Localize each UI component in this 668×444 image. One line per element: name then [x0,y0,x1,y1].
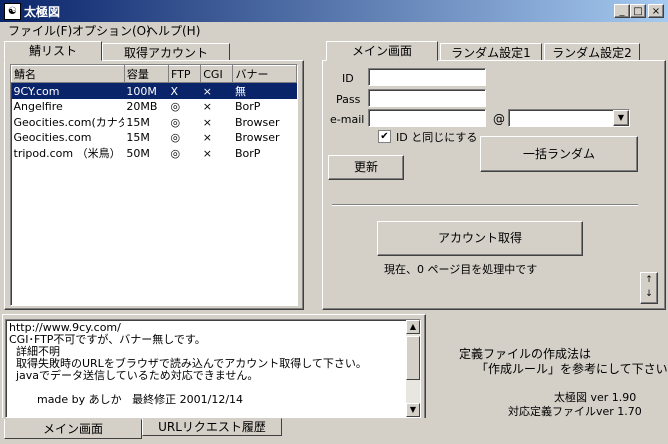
id-input[interactable] [368,68,486,86]
table-cell: Geocities.com [13,131,92,144]
tab-bottom-main-screen[interactable]: メイン画面 [4,419,142,439]
def-file-note-2: 「作成ルール」を参考にして下さい [476,362,668,376]
table-row[interactable]: 9CY.com 100M X × 無 [11,82,297,99]
minimize-icon: _ [619,6,625,17]
table-cell: × [202,115,212,129]
bulk-random-button[interactable]: 一括ランダム [480,136,638,172]
tab-main-screen[interactable]: メイン画面 [326,41,438,61]
status-text: 現在、0 ページ目を処理中です [384,263,538,276]
tab-random-settings-2[interactable]: ランダム設定2 [544,43,640,61]
info-textarea[interactable]: http://www.9cy.com/CGI･FTP不可ですが、バナー無しです。… [5,319,421,418]
server-table[interactable]: 鯖名 容量 FTP CGI バナー 9CY.com 100M X × 無 Angelfir… [10,64,298,306]
scroll-thumb[interactable] [406,336,420,380]
scrollbar[interactable]: ▲ ▼ [406,320,420,417]
email-domain-select[interactable]: ▼ [508,109,630,127]
table-cell: Geocities.com(カナダ) [13,116,125,129]
id-label: ID [342,72,354,85]
table-row[interactable]: Geocities.com(カナダ) 15M ◎ × Browser [12,114,297,130]
menu-options[interactable]: オプション(O) [72,23,151,39]
divider [332,204,638,206]
table-cell: × [200,82,233,99]
table-cell: 50M [126,146,150,160]
col-server-name[interactable]: 鯖名 [11,65,125,83]
table-cell: × [202,146,212,160]
pass-input[interactable] [368,89,486,107]
close-icon: × [651,6,661,17]
close-button[interactable]: × [648,4,664,18]
info-line: made by あしか 最終修正 2001/12/14 [9,393,244,406]
table-cell: BorP [234,146,261,160]
table-row[interactable]: Geocities.com 15M ◎ × Browser [12,130,297,145]
same-as-id-checkbox[interactable]: ✔ [378,130,391,143]
minimize-button[interactable]: _ [614,4,630,18]
table-cell: 15M [126,131,150,144]
app-icon: ☯ [4,3,21,20]
menu-help[interactable]: ヘルプ(H) [146,23,200,39]
table-cell: ◎ [170,146,181,160]
tab-random-settings-1[interactable]: ランダム設定1 [440,43,542,61]
def-file-version: 対応定義ファイルver 1.70 [508,405,642,418]
table-cell: 無 [232,82,297,99]
table-cell: Browser [234,115,280,129]
maximize-button[interactable]: □ [630,4,646,18]
get-account-button[interactable]: アカウント取得 [377,221,583,256]
table-cell: X [168,82,201,99]
title-bar [0,0,668,22]
col-cgi[interactable]: CGI [200,65,234,83]
col-capacity[interactable]: 容量 [123,65,170,83]
checkmark-icon: ✔ [380,131,389,142]
table-cell: BorP [234,100,261,113]
table-cell: 15M [126,115,150,129]
table-cell: 100M [124,82,169,99]
pass-label: Pass [336,93,361,106]
update-button[interactable]: 更新 [328,155,404,180]
table-cell: × [202,131,212,144]
info-line: javaでデータ送信しているため対応できません。 [9,369,259,382]
scroll-up-icon[interactable]: ▲ [406,320,420,334]
scroll-down-icon[interactable]: ▼ [406,403,420,417]
table-cell: 9CY.com [11,82,125,99]
col-ftp[interactable]: FTP [167,65,202,83]
table-cell: ◎ [170,131,181,144]
email-label: e-mail [330,113,365,126]
window-title: 太極図 [24,5,61,19]
chevron-down-icon[interactable]: ▼ [613,110,629,126]
table-row[interactable]: Angelfire 20MB ◎ × BorP [12,99,297,114]
table-cell: tripod.com （米鳥） [13,147,121,160]
tab-acquired-accounts[interactable]: 取得アカウント [102,43,230,61]
table-cell: ◎ [170,115,181,129]
tab-server-list[interactable]: 鯖リスト [4,41,102,61]
table-cell: ◎ [170,100,181,113]
table-cell: × [202,100,212,113]
maximize-icon: □ [633,6,643,17]
col-banner[interactable]: バナー [232,65,297,83]
arrow-down-icon[interactable]: ↓ [641,287,657,301]
table-row[interactable]: tripod.com （米鳥） 50M ◎ × BorP [12,145,297,161]
table-cell: Browser [234,131,280,144]
arrow-up-icon[interactable]: ↑ [641,273,657,287]
tab-url-request-history[interactable]: URLリクエスト履歴 [142,418,282,436]
email-user-input[interactable] [368,109,486,127]
table-cell: 20MB [126,100,158,113]
menu-file[interactable]: ファイル(F) [8,23,72,39]
same-as-id-label: ID と同じにする [396,131,478,144]
at-sign: @ [493,112,505,126]
spin-control[interactable]: ↑ ↓ [640,272,658,304]
info-line: CGI･FTP不可ですが、バナー無しです。 [9,333,206,346]
table-cell: Angelfire [13,100,63,113]
